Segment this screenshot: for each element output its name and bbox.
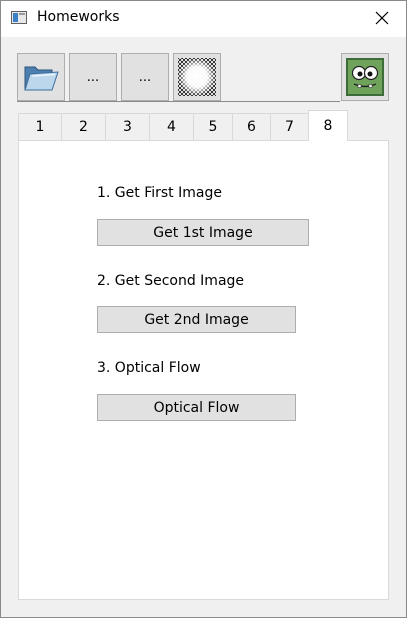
tab-6[interactable]: 6 bbox=[232, 113, 271, 140]
toolbar: ... ... bbox=[1, 37, 406, 109]
close-button[interactable] bbox=[366, 5, 398, 31]
toolbar-divider bbox=[17, 101, 340, 102]
tab-5[interactable]: 5 bbox=[193, 113, 233, 140]
open-folder-icon bbox=[24, 66, 59, 91]
get-first-image-button[interactable]: Get 1st Image bbox=[97, 219, 309, 246]
toolbar-button-3[interactable]: ... bbox=[121, 53, 169, 101]
section-1-label: 1. Get First Image bbox=[97, 185, 222, 201]
toolbar-button-2[interactable]: ... bbox=[69, 53, 117, 101]
close-icon bbox=[375, 11, 389, 25]
window-title: Homeworks bbox=[37, 9, 120, 25]
tab-8[interactable]: 8 bbox=[308, 110, 348, 141]
tab-2[interactable]: 2 bbox=[61, 113, 106, 140]
open-folder-button[interactable] bbox=[17, 53, 65, 101]
tab-7[interactable]: 7 bbox=[270, 113, 309, 140]
section-3-label: 3. Optical Flow bbox=[97, 360, 201, 376]
tab-panel: 1. Get First Image Get 1st Image 2. Get … bbox=[18, 140, 389, 600]
tab-3[interactable]: 3 bbox=[105, 113, 150, 140]
pattern-icon bbox=[178, 58, 216, 96]
tab-4[interactable]: 4 bbox=[149, 113, 194, 140]
app-window-icon bbox=[11, 11, 27, 24]
get-second-image-button[interactable]: Get 2nd Image bbox=[97, 306, 296, 333]
optical-flow-button[interactable]: Optical Flow bbox=[97, 394, 296, 421]
monster-button[interactable] bbox=[341, 53, 389, 101]
monster-face-icon bbox=[346, 58, 384, 96]
pattern-button[interactable] bbox=[173, 53, 221, 101]
main-window: Homeworks ... ... 1 2 3 4 5 6 7 8 1. Get… bbox=[0, 0, 407, 618]
tab-1[interactable]: 1 bbox=[18, 113, 62, 140]
section-2-label: 2. Get Second Image bbox=[97, 273, 245, 289]
title-bar[interactable]: Homeworks bbox=[1, 1, 406, 37]
